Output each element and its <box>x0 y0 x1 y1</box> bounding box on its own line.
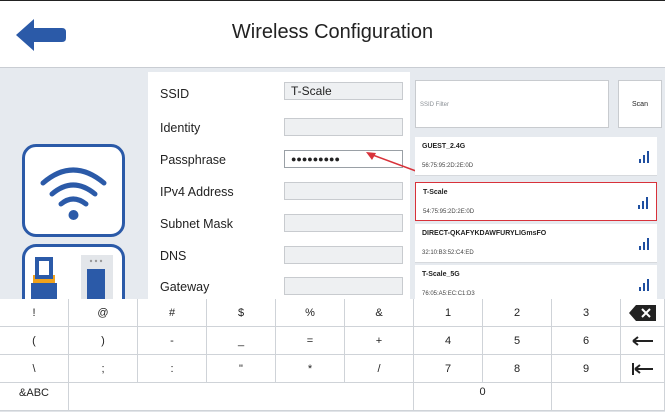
ssid-row: SSID T-Scale <box>160 82 405 104</box>
ssid-field[interactable]: T-Scale <box>284 82 403 100</box>
network-mac: 76:05:A5:EC:C1:D3 <box>422 291 475 297</box>
key[interactable]: : <box>138 355 207 383</box>
key[interactable]: 3 <box>552 299 621 327</box>
signal-strength-icon <box>639 279 649 291</box>
key[interactable]: 1 <box>414 299 483 327</box>
ethernet-tile[interactable] <box>22 244 125 304</box>
tab-key[interactable] <box>621 355 665 383</box>
network-item-selected[interactable]: T-Scale 54:75:95:2D:2E:0D <box>415 182 657 221</box>
enter-arrow-icon <box>631 336 653 346</box>
key[interactable]: 2 <box>483 299 552 327</box>
subnet-field[interactable] <box>284 214 403 232</box>
ipv4-field[interactable] <box>284 182 403 200</box>
network-name: T-Scale_5G <box>422 271 460 278</box>
network-list: GUEST_2.4G 56:75:95:2D:2E:0D T-Scale 54:… <box>415 137 663 299</box>
wifi-icon <box>40 167 107 220</box>
signal-strength-icon <box>639 238 649 250</box>
network-name: T-Scale <box>423 189 448 196</box>
form-panel: SSID T-Scale Identity Passphrase ●●●●●●●… <box>148 72 410 299</box>
gateway-row: Gateway <box>160 277 405 297</box>
page-title: Wireless Configuration <box>231 21 434 43</box>
signal-strength-icon <box>638 197 648 209</box>
keyboard-row-1: ! @ # $ % & 1 2 3 <box>0 299 665 327</box>
key[interactable]: ! <box>0 299 69 327</box>
on-screen-keyboard: ! @ # $ % & 1 2 3 ( ) - _ = + 4 5 6 \ ; … <box>0 299 665 412</box>
key[interactable]: ) <box>69 327 138 355</box>
key[interactable]: 9 <box>552 355 621 383</box>
key[interactable]: _ <box>207 327 276 355</box>
network-name: GUEST_2.4G <box>422 143 466 150</box>
gateway-field[interactable] <box>284 277 403 295</box>
ipv4-label: IPv4 Address <box>160 185 234 199</box>
key[interactable]: ( <box>0 327 69 355</box>
scan-button[interactable]: Scan <box>618 80 662 128</box>
key[interactable]: \ <box>0 355 69 383</box>
key[interactable]: / <box>345 355 414 383</box>
signal-strength-icon <box>639 151 649 163</box>
backspace-key[interactable] <box>621 299 665 327</box>
key[interactable]: ; <box>69 355 138 383</box>
key[interactable]: " <box>207 355 276 383</box>
key[interactable]: & <box>345 299 414 327</box>
keyboard-row-4: &ABC 0 <box>0 383 665 411</box>
network-item[interactable]: DIRECT-QKAFYKDAWFURYLIGmsFO 32:10:B3:52:… <box>415 224 657 263</box>
key[interactable]: @ <box>69 299 138 327</box>
passphrase-label: Passphrase <box>160 153 227 167</box>
key[interactable]: 7 <box>414 355 483 383</box>
backspace-icon <box>628 305 656 322</box>
network-item[interactable]: T-Scale_5G 76:05:A5:EC:C1:D3 <box>415 265 657 299</box>
keyboard-row-3: \ ; : " * / 7 8 9 <box>0 355 665 383</box>
ssid-label: SSID <box>160 87 190 101</box>
passphrase-field[interactable]: ●●●●●●●●● <box>284 150 403 168</box>
key[interactable]: % <box>276 299 345 327</box>
header-bar: Wireless Configuration <box>0 0 665 68</box>
key[interactable]: 6 <box>552 327 621 355</box>
dns-label: DNS <box>160 249 187 263</box>
identity-field[interactable] <box>284 118 403 136</box>
ssid-filter-input[interactable]: SSID Filter <box>415 80 609 128</box>
mode-switch-key[interactable]: &ABC <box>0 383 69 411</box>
keyboard-row-2: ( ) - _ = + 4 5 6 <box>0 327 665 355</box>
identity-label: Identity <box>160 121 201 135</box>
key[interactable]: + <box>345 327 414 355</box>
dns-field[interactable] <box>284 246 403 264</box>
key[interactable]: - <box>138 327 207 355</box>
network-mac: 56:75:95:2D:2E:0D <box>422 163 474 169</box>
network-mac: 32:10:B3:52:C4:ED <box>422 250 474 256</box>
key[interactable]: 0 <box>414 383 552 411</box>
key[interactable]: 4 <box>414 327 483 355</box>
key[interactable]: 5 <box>483 327 552 355</box>
key[interactable]: $ <box>207 299 276 327</box>
key[interactable] <box>552 383 665 411</box>
network-mac: 54:75:95:2D:2E:0D <box>423 209 475 215</box>
key[interactable]: * <box>276 355 345 383</box>
dns-row: DNS <box>160 246 405 266</box>
network-item[interactable]: GUEST_2.4G 56:75:95:2D:2E:0D <box>415 137 657 176</box>
wifi-tile[interactable] <box>22 144 125 237</box>
passphrase-row: Passphrase ●●●●●●●●● <box>160 150 405 170</box>
enter-key[interactable] <box>621 327 665 355</box>
subnet-label: Subnet Mask <box>160 217 233 231</box>
key[interactable]: = <box>276 327 345 355</box>
network-name: DIRECT-QKAFYKDAWFURYLIGmsFO <box>422 230 547 237</box>
ipv4-row: IPv4 Address <box>160 182 405 202</box>
space-key[interactable] <box>69 383 414 411</box>
ethernet-port-icon <box>31 255 113 304</box>
subnet-row: Subnet Mask <box>160 214 405 234</box>
key[interactable]: # <box>138 299 207 327</box>
gateway-label: Gateway <box>160 280 210 294</box>
tab-icon <box>631 363 653 376</box>
identity-row: Identity <box>160 118 405 138</box>
key[interactable]: 8 <box>483 355 552 383</box>
